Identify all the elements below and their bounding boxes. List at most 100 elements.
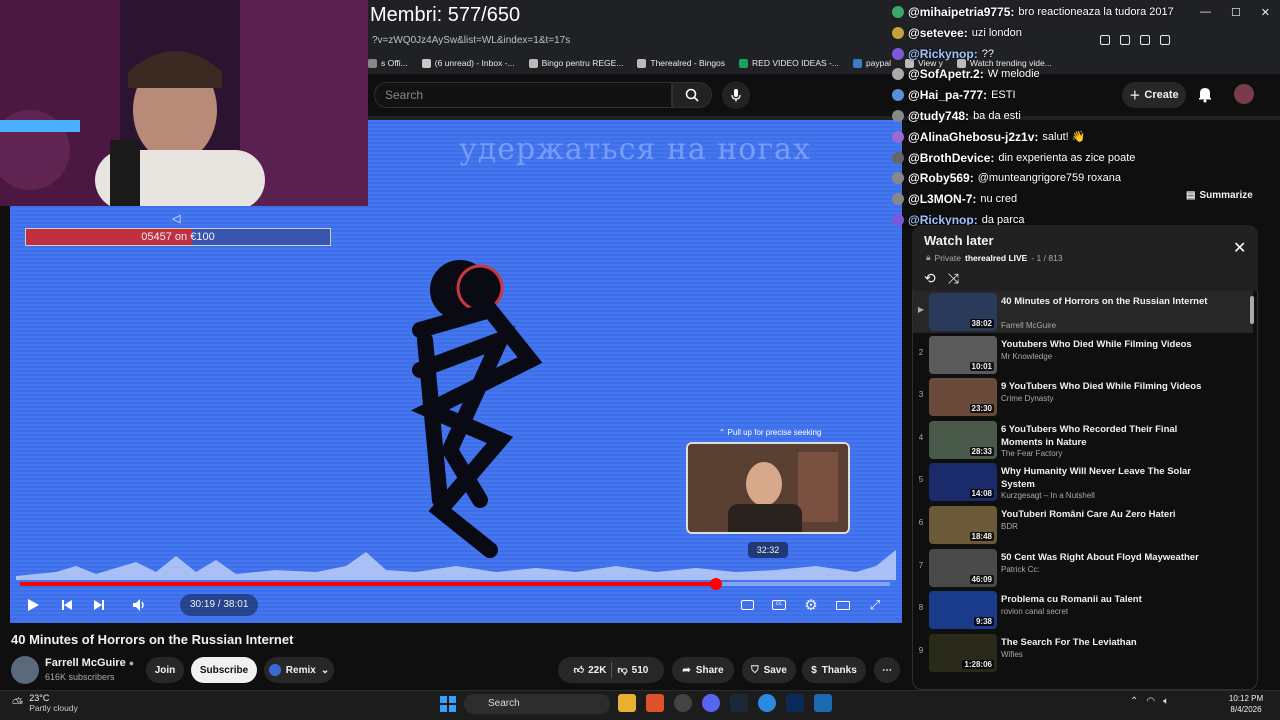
playlist-item-title[interactable]: 9 YouTubers Who Died While Filming Video… — [1001, 380, 1221, 393]
previous-button[interactable] — [56, 592, 78, 618]
weather-widget[interactable]: ⛅︎ 23°C Partly cloudy — [12, 693, 78, 713]
taskbar-clock[interactable]: 10:12 PM 8/4/2026 — [1226, 693, 1266, 715]
video-thumbnail[interactable]: 23:30 — [929, 378, 997, 417]
volume-icon — [133, 599, 144, 611]
brave-icon[interactable] — [646, 694, 664, 712]
playlist-item-channel[interactable]: Wifies — [1001, 650, 1023, 659]
summarize-button[interactable]: ▤ Summarize — [1186, 190, 1256, 201]
chat-avatar-icon — [892, 68, 904, 81]
captions-button[interactable]: cc — [768, 592, 790, 618]
playlist-item-title[interactable]: The Search For The Leviathan — [1001, 636, 1221, 649]
network-icon[interactable]: ◠ — [1146, 696, 1155, 707]
loop-icon[interactable]: ⟲ — [924, 270, 936, 287]
save-button[interactable]: ⛉ Save — [742, 657, 796, 683]
video-thumbnail[interactable]: 10:01 — [929, 335, 997, 374]
remix-button[interactable]: Remix ⌄ — [264, 657, 334, 683]
playlist-item-title[interactable]: YouTuberi Români Care Au Zero Hateri — [1001, 508, 1221, 521]
playlist-item-channel[interactable]: rovion canal secret — [1001, 607, 1068, 616]
playlist-close-button[interactable]: ✕ — [1233, 238, 1246, 258]
speaker-icon[interactable]: 🔈︎ — [1163, 696, 1169, 707]
playlist-scrollbar[interactable] — [1250, 296, 1254, 324]
playlist-item[interactable]: 9 1:28:06 The Search For The Leviathan Wifi… — [913, 632, 1253, 674]
playlist-item[interactable]: 2 10:01 Youtubers Who Died While Filming V… — [913, 334, 1253, 376]
playlist-item-index: 7 — [918, 560, 924, 570]
video-thumbnail[interactable]: 38:02 — [929, 293, 997, 331]
donation-goal-text: 05457 on €100 — [141, 231, 215, 243]
channel-avatar[interactable] — [11, 656, 39, 684]
playlist-item-channel[interactable]: Kurzgesagt – In a Nutshell — [1001, 491, 1095, 500]
play-button[interactable] — [22, 592, 44, 618]
close-window-icon[interactable]: ✕ — [1261, 6, 1270, 22]
settings-button[interactable]: ⚙ — [800, 592, 822, 618]
url-bar[interactable]: ?v=zWQ0Jz4AySw&list=WL&index=1&t=17s — [368, 30, 898, 52]
playlist-item-title[interactable]: Problema cu Romanii au Talent — [1001, 593, 1221, 606]
video-thumbnail[interactable]: 9:38 — [929, 591, 997, 630]
playlist-title[interactable]: Watch later — [924, 233, 994, 248]
edge-icon[interactable] — [758, 694, 776, 712]
playlist-item[interactable]: 6 18:48 YouTuberi Români Care Au Zero Hate… — [913, 504, 1253, 546]
verified-icon: ● — [128, 658, 135, 668]
playlist-item-title[interactable]: 40 Minutes of Horrors on the Russian Int… — [1001, 295, 1221, 308]
playlist-item-channel[interactable]: BDR — [1001, 522, 1018, 531]
bookmark-item[interactable]: s Offi... — [368, 58, 408, 68]
theater-button[interactable] — [832, 592, 854, 618]
playlist-item[interactable]: 7 46:09 50 Cent Was Right About Floyd Mayw… — [913, 547, 1253, 589]
taskbar-search[interactable]: Search — [464, 694, 610, 714]
fullscreen-button[interactable]: ⤢ — [864, 592, 886, 618]
file-explorer-icon[interactable] — [618, 694, 636, 712]
discord-icon[interactable] — [702, 694, 720, 712]
video-thumbnail[interactable]: 18:48 — [929, 506, 997, 544]
maximize-icon[interactable]: ☐ — [1231, 6, 1241, 22]
bookmark-item[interactable]: Bingo pentru REGE... — [528, 58, 623, 68]
next-button[interactable] — [88, 592, 110, 618]
video-thumbnail[interactable]: 1:28:06 — [929, 633, 997, 672]
subscribe-button[interactable]: Subscribe — [191, 657, 257, 683]
playlist-item-title[interactable]: Why Humanity Will Never Leave The Solar … — [1001, 465, 1221, 491]
start-button[interactable] — [440, 696, 456, 712]
playlist-item[interactable]: 3 23:30 9 YouTubers Who Died While Filming… — [913, 376, 1253, 418]
playlist-item-channel[interactable]: Patrick Cc: — [1001, 565, 1040, 574]
photoshop-icon[interactable] — [786, 694, 804, 712]
playlist-item-channel[interactable]: The Fear Factory — [1001, 449, 1062, 458]
playlist-item[interactable]: ▶ 38:02 40 Minutes of Horrors on the Russi… — [913, 291, 1253, 333]
playlist-item-title[interactable]: 50 Cent Was Right About Floyd Mayweather — [1001, 551, 1221, 564]
playlist-item-channel[interactable]: Farrell McGuire — [1001, 321, 1056, 330]
voice-search-button[interactable] — [722, 81, 750, 109]
thanks-button[interactable]: $ Thanks — [802, 657, 866, 683]
chevron-up-icon[interactable]: ⌃ — [1130, 696, 1138, 707]
video-thumbnail[interactable]: 28:33 — [929, 420, 997, 459]
join-button[interactable]: Join — [146, 657, 184, 683]
volume-button[interactable] — [128, 592, 152, 618]
bookmark-item[interactable]: paypal — [852, 58, 891, 68]
shuffle-icon[interactable]: ⤨ — [948, 270, 959, 287]
dislike-button[interactable]: 👎︎ 510 — [617, 664, 648, 677]
more-actions-button[interactable]: ⋯ — [874, 657, 900, 683]
playlist-item[interactable]: 5 14:08 Why Humanity Will Never Leave The … — [913, 461, 1253, 503]
playlist-meta: 🔒︎ Private therealred LIVE - 1 / 813 — [926, 252, 1063, 263]
bookmark-item[interactable]: Therealred - Bingos — [637, 58, 725, 68]
chat-avatar-icon — [892, 26, 904, 39]
playlist-item[interactable]: 8 9:38 Problema cu Romanii au Talent rovion… — [913, 589, 1253, 631]
microphone-icon — [731, 89, 741, 102]
video-thumbnail[interactable]: 14:08 — [929, 463, 997, 502]
steam-icon[interactable] — [730, 694, 748, 712]
playlist-item-index: 5 — [918, 475, 924, 485]
playlist-item-channel[interactable]: Mr Knowledge — [1001, 352, 1052, 361]
bookmark-item[interactable]: (6 unread) - Inbox -... — [421, 58, 515, 68]
share-button[interactable]: ➦ Share — [672, 657, 734, 683]
playlist-item-channel[interactable]: Crime Dynasty — [1001, 394, 1053, 403]
streamlabs-icon[interactable] — [814, 694, 832, 712]
playlist-item[interactable]: 4 28:33 6 YouTubers Who Recorded Their Fin… — [913, 419, 1253, 461]
search-button[interactable] — [672, 82, 712, 108]
miniplayer-button[interactable] — [736, 592, 758, 618]
playlist-item-title[interactable]: 6 YouTubers Who Recorded Their Final Mom… — [1001, 423, 1221, 449]
account-avatar[interactable] — [1234, 84, 1254, 104]
search-input[interactable]: Search — [374, 82, 672, 108]
bookmark-item[interactable]: RED VIDEO IDEAS -... — [739, 58, 839, 68]
channel-name[interactable]: Farrell McGuire ● — [45, 657, 134, 669]
video-thumbnail[interactable]: 46:09 — [929, 548, 997, 587]
like-button[interactable]: 👍︎ 22K — [574, 664, 607, 677]
progress-scrubber[interactable] — [710, 578, 722, 590]
playlist-item-title[interactable]: Youtubers Who Died While Filming Videos — [1001, 338, 1221, 351]
obs-icon[interactable] — [674, 694, 692, 712]
